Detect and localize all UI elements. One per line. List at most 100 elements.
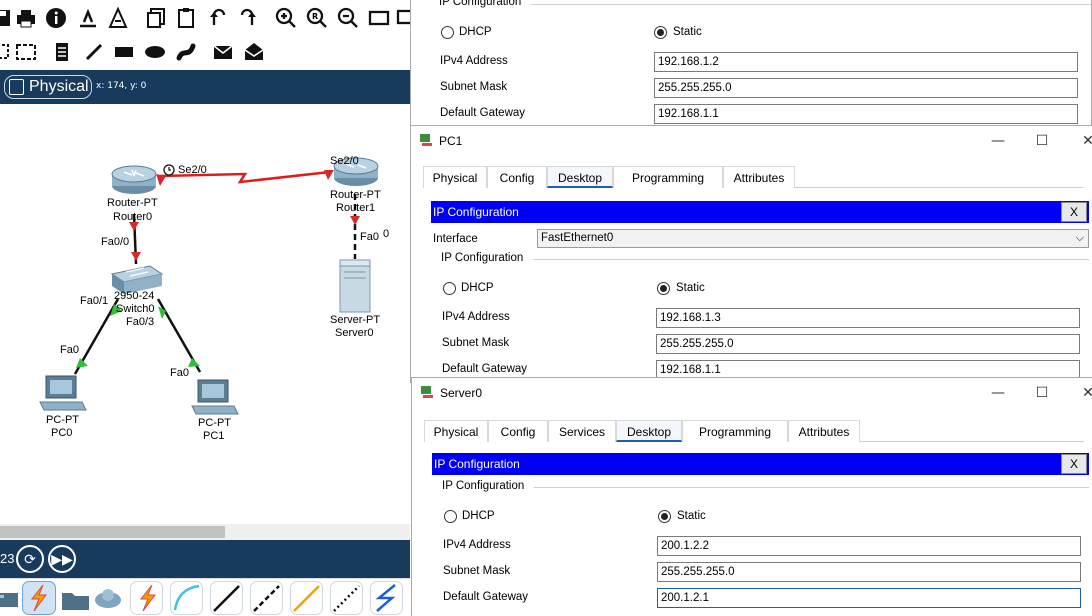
pc1-static-radio[interactable]: [657, 282, 670, 295]
server0-window-title: Server0: [440, 386, 483, 400]
top-dhcp-radio[interactable]: [441, 26, 454, 39]
top-gw-field[interactable]: 192.168.1.1: [654, 104, 1078, 124]
select-icon[interactable]: [0, 40, 12, 64]
server0-tab-desktop[interactable]: Desktop: [616, 420, 682, 442]
device-label-pc0-type: PC-PT: [46, 414, 79, 426]
zoom-out-icon[interactable]: [336, 6, 360, 30]
server0-tab-services[interactable]: Services: [548, 420, 616, 442]
pc1-tab-config[interactable]: Config: [487, 166, 547, 188]
port-label-pc1-fa: Fa0: [170, 367, 189, 379]
top-static-radio[interactable]: [654, 26, 667, 39]
straight-through-cable-icon[interactable]: [210, 581, 243, 615]
activity-wizard-icon[interactable]: [106, 6, 130, 30]
pc1-ip-config-close-button[interactable]: X: [1061, 202, 1087, 222]
serial-dce-cable-icon[interactable]: [370, 581, 403, 615]
line-icon[interactable]: [82, 40, 106, 64]
copy-icon[interactable]: [144, 6, 168, 30]
pc1-tab-desktop[interactable]: Desktop: [547, 166, 613, 188]
power-cycle-button[interactable]: ⟳: [16, 545, 44, 573]
physical-mode-tab[interactable]: Physical: [4, 75, 92, 99]
pc1-ipv4-field[interactable]: 192.168.1.3: [656, 308, 1080, 328]
phone-cable-icon[interactable]: [330, 581, 363, 615]
device-config-window-top: IP Configuration DHCP Static IPv4 Addres…: [410, 0, 1092, 128]
save-icon[interactable]: [0, 6, 14, 30]
pc1-minimize-button[interactable]: —: [987, 130, 1009, 152]
server0-mask-field[interactable]: 255.255.255.0: [657, 562, 1081, 582]
svg-text:R: R: [312, 12, 318, 21]
server0-ip-group-label: IP Configuration: [442, 480, 525, 492]
main-toolbar: R: [0, 0, 414, 36]
scrollbar-thumb[interactable]: [0, 526, 225, 538]
print-icon[interactable]: [14, 6, 38, 30]
fast-forward-button[interactable]: ▶▶: [48, 545, 76, 573]
auto-cable-icon[interactable]: [130, 581, 163, 615]
server0-dhcp-radio[interactable]: [444, 510, 457, 523]
zoom-reset-icon[interactable]: R: [305, 6, 329, 30]
router0-icon[interactable]: [111, 165, 157, 194]
pc1-dhcp-label: DHCP: [461, 282, 494, 294]
server0-group-border: [534, 487, 1089, 488]
server0-ipv4-field[interactable]: 200.1.2.2: [657, 536, 1081, 556]
multiuser-cloud-icon[interactable]: [92, 583, 124, 613]
server0-tab-programming[interactable]: Programming: [682, 420, 788, 442]
rectangle-icon[interactable]: [112, 40, 136, 64]
realtime-bar: 23 ⟳ ▶▶: [0, 540, 410, 578]
drawing-palette-icon[interactable]: [367, 6, 391, 30]
zoom-in-icon[interactable]: [274, 6, 298, 30]
pc0-icon[interactable]: [39, 375, 87, 411]
connections-category-icon[interactable]: [22, 581, 56, 615]
device-label-pc0-name: PC0: [51, 427, 73, 439]
resize-icon[interactable]: [14, 40, 38, 64]
server0-ip-config-close-button[interactable]: X: [1061, 454, 1087, 474]
console-cable-icon[interactable]: [170, 581, 203, 615]
complex-pdu-icon[interactable]: [242, 40, 266, 64]
fiber-cable-icon[interactable]: [290, 581, 323, 615]
server0-maximize-button[interactable]: ☐: [1031, 382, 1053, 404]
pc1-titlebar[interactable]: PC1 — ☐ ✕: [411, 126, 1092, 156]
server0-tab-attributes[interactable]: Attributes: [788, 420, 860, 442]
pc1-close-button[interactable]: ✕: [1077, 130, 1092, 152]
info-icon[interactable]: [44, 6, 68, 30]
device-label-router0-type: Router-PT: [107, 197, 158, 209]
server0-icon[interactable]: [339, 259, 371, 313]
pc1-interface-select[interactable]: FastEthernet0 ⌵: [537, 229, 1089, 248]
pc1-mask-field[interactable]: 255.255.255.0: [656, 334, 1080, 354]
server0-window: Server0 — ☐ ✕ Physical Config Services D…: [411, 377, 1092, 616]
freeform-icon[interactable]: [174, 40, 198, 64]
ellipse-icon[interactable]: [143, 40, 167, 64]
network-info-icon[interactable]: [76, 6, 100, 30]
pc1-tab-physical[interactable]: Physical: [423, 166, 487, 188]
server0-tab-physical[interactable]: Physical: [424, 420, 488, 442]
pc1-tab-attributes[interactable]: Attributes: [723, 166, 795, 188]
top-ipv4-field[interactable]: 192.168.1.2: [654, 52, 1078, 72]
pc1-tab-programming[interactable]: Programming: [613, 166, 723, 188]
undo-icon[interactable]: [206, 6, 230, 30]
router0-fa-port-indicator: [129, 222, 139, 231]
top-ipv4-label: IPv4 Address: [440, 55, 508, 67]
pc1-window: PC1 — ☐ ✕ Physical Config Desktop Progra…: [410, 125, 1092, 383]
redo-icon[interactable]: [236, 6, 260, 30]
pc1-icon[interactable]: [191, 379, 239, 415]
top-mask-field[interactable]: 255.255.255.0: [654, 78, 1078, 98]
canvas-horizontal-scrollbar[interactable]: [0, 524, 410, 540]
top-gw-label: Default Gateway: [440, 107, 526, 119]
server0-minimize-button[interactable]: —: [987, 382, 1009, 404]
server0-tab-config[interactable]: Config: [488, 420, 548, 442]
paste-icon[interactable]: [174, 6, 198, 30]
server0-titlebar[interactable]: Server0 — ☐ ✕: [412, 378, 1092, 408]
end-devices-category-icon[interactable]: [0, 583, 24, 613]
tools-toolbar: [0, 36, 410, 70]
server0-gw-field[interactable]: 200.1.2.1: [657, 588, 1081, 608]
port-label-pc0-fa: Fa0: [60, 344, 79, 356]
sim-time-readout: 23: [0, 551, 15, 566]
pc1-dhcp-radio[interactable]: [443, 282, 456, 295]
server0-static-radio[interactable]: [658, 510, 671, 523]
pc1-static-label: Static: [676, 282, 705, 294]
server0-close-button[interactable]: ✕: [1077, 382, 1092, 404]
topology-canvas[interactable]: Se2/0 Se2/0 Router-PT Router0 Router-PT …: [0, 104, 410, 524]
note-icon[interactable]: [50, 40, 74, 64]
crossover-cable-icon[interactable]: [250, 581, 283, 615]
pc1-maximize-button[interactable]: ☐: [1031, 130, 1053, 152]
misc-category-icon[interactable]: [60, 583, 92, 613]
add-pdu-icon[interactable]: [211, 40, 235, 64]
